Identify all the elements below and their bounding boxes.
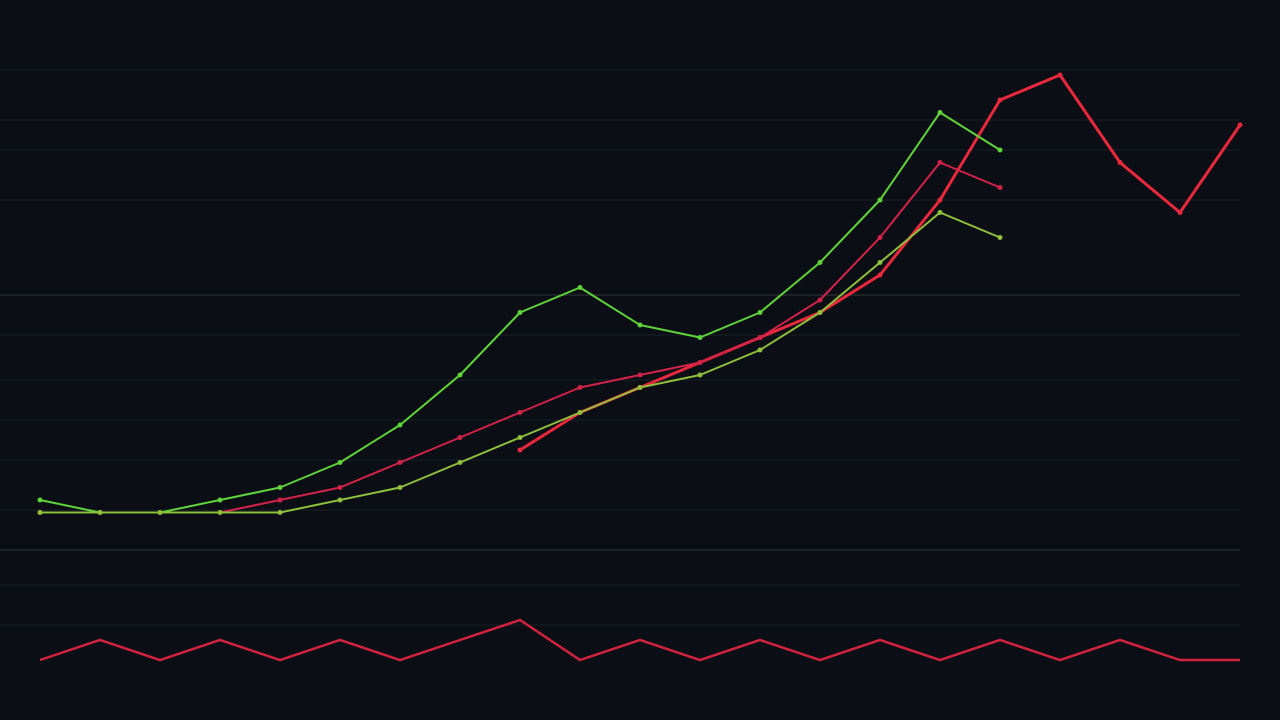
data-point <box>337 460 343 465</box>
data-point <box>1117 160 1123 165</box>
data-point <box>577 385 583 390</box>
data-point <box>697 360 703 365</box>
data-point <box>397 422 403 428</box>
lower-panel <box>39 618 1240 662</box>
data-point <box>697 372 703 378</box>
data-point <box>217 510 223 515</box>
data-point <box>337 497 343 503</box>
data-point <box>517 447 523 453</box>
data-point <box>37 510 43 515</box>
data-point <box>457 435 463 440</box>
data-point <box>997 97 1003 103</box>
data-point <box>37 497 43 503</box>
data-point <box>637 385 643 390</box>
data-point <box>877 197 883 203</box>
data-point <box>217 497 223 503</box>
data-point <box>517 310 523 315</box>
data-point <box>1177 210 1183 215</box>
data-point <box>577 285 583 290</box>
data-point <box>937 110 943 115</box>
data-point <box>577 410 583 415</box>
data-point <box>277 497 283 503</box>
data-point <box>157 510 163 515</box>
stock-chart <box>0 69 1243 662</box>
data-point <box>397 485 403 490</box>
data-point <box>517 410 523 415</box>
data-point <box>997 185 1003 190</box>
data-point <box>457 372 463 378</box>
data-point <box>97 510 103 515</box>
data-point <box>997 147 1003 153</box>
data-point <box>817 297 823 303</box>
data-point <box>637 372 643 378</box>
series-group <box>37 72 1243 515</box>
data-point <box>877 235 883 240</box>
data-point <box>757 310 763 315</box>
grid <box>0 69 1240 626</box>
data-point <box>757 335 763 340</box>
data-point <box>1057 72 1063 78</box>
data-point <box>937 160 943 165</box>
data-point <box>1237 122 1243 128</box>
indicator-line <box>39 618 1240 662</box>
data-point <box>937 197 943 203</box>
data-point <box>877 260 883 265</box>
data-point <box>277 485 283 490</box>
series-line <box>40 211 1001 514</box>
data-point <box>637 322 643 328</box>
data-point <box>937 210 943 215</box>
data-point <box>997 235 1003 240</box>
data-point <box>457 460 463 465</box>
data-point <box>817 260 823 265</box>
data-point <box>337 485 343 490</box>
data-point <box>517 435 523 440</box>
data-point <box>817 310 823 315</box>
data-point <box>877 272 883 278</box>
data-point <box>397 460 403 465</box>
data-point <box>697 335 703 340</box>
data-point <box>277 510 283 515</box>
data-point <box>757 347 763 353</box>
